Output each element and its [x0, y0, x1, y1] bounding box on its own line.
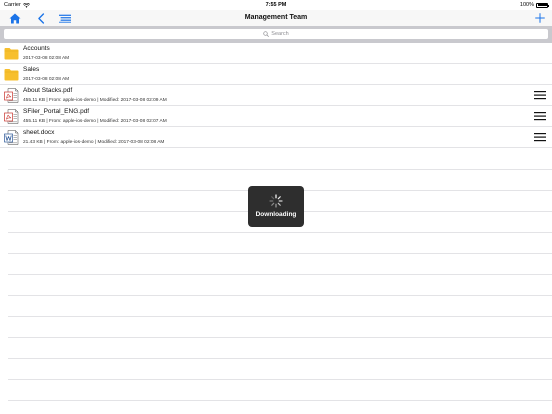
item-title: sheet.docx: [23, 129, 55, 136]
folder-icon: [4, 48, 19, 60]
nav-bar: Management Team: [0, 10, 552, 26]
empty-row-separator: [8, 169, 552, 170]
item-title: Accounts: [23, 45, 50, 52]
hamburger-menu-icon[interactable]: [534, 132, 546, 142]
empty-row-separator: [8, 358, 552, 359]
empty-row-separator: [8, 316, 552, 317]
empty-row-separator: [8, 295, 552, 296]
hud-label: Downloading: [255, 211, 297, 218]
spinner-icon: [269, 194, 283, 208]
empty-row-separator: [8, 379, 552, 380]
folder-icon: [4, 69, 19, 81]
list-item[interactable]: About Stacks.pdf 455.11 KB | From: apple…: [0, 85, 552, 106]
empty-row-separator: [8, 337, 552, 338]
status-bar: Carrier 7:55 PM 100%: [0, 0, 552, 10]
empty-row-separator: [8, 400, 552, 401]
list-item[interactable]: sheet.docx 21.43 KB | From: apple-ios-de…: [0, 127, 552, 148]
hamburger-menu-icon[interactable]: [534, 111, 546, 121]
item-subtitle: 455.11 KB | From: apple-ios-demo | Modif…: [23, 118, 167, 124]
status-right: 100%: [519, 0, 549, 10]
page-title: Management Team: [244, 14, 308, 21]
pdf-file-icon: [4, 88, 19, 103]
search-bar: Search: [0, 26, 552, 43]
downloading-hud: Downloading: [248, 186, 304, 227]
item-subtitle: 21.43 KB | From: apple-ios-demo | Modifi…: [23, 139, 165, 145]
hamburger-menu-icon[interactable]: [534, 90, 546, 100]
list-item[interactable]: Sales 2017-03-08 02:08 AM: [0, 64, 552, 85]
item-subtitle: 2017-03-08 02:08 AM: [23, 76, 70, 82]
screen: Carrier 7:55 PM 100% Management Team Sea…: [0, 0, 552, 414]
item-subtitle: 2017-03-08 02:08 AM: [23, 55, 70, 61]
battery-fill: [537, 4, 547, 6]
list-item[interactable]: SFiler_Portal_ENG.pdf 455.11 KB | From: …: [0, 106, 552, 127]
add-button[interactable]: [534, 12, 546, 24]
pdf-file-icon: [4, 109, 19, 124]
battery-percent: 100%: [519, 2, 534, 8]
file-list: Accounts 2017-03-08 02:08 AM Sales 2017-…: [0, 43, 552, 148]
status-time: 7:55 PM: [265, 2, 287, 8]
item-subtitle: 455.11 KB | From: apple-ios-demo | Modif…: [23, 97, 167, 103]
empty-row-separator: [8, 253, 552, 254]
empty-row-separator: [8, 274, 552, 275]
item-title: Sales: [23, 66, 40, 73]
item-title: About Stacks.pdf: [23, 87, 73, 94]
item-title: SFiler_Portal_ENG.pdf: [23, 108, 90, 115]
list-item[interactable]: Accounts 2017-03-08 02:08 AM: [0, 43, 552, 64]
search-input[interactable]: [4, 29, 548, 39]
empty-row-separator: [8, 232, 552, 233]
word-file-icon: [4, 130, 19, 145]
battery-icon: [536, 2, 549, 8]
plus-icon: [535, 13, 545, 23]
